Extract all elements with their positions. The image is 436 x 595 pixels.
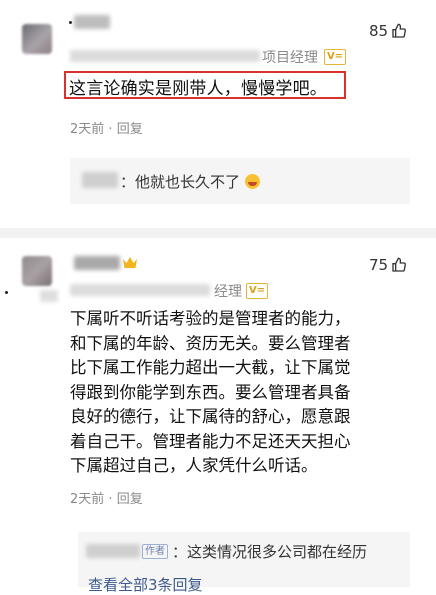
crown-icon bbox=[123, 257, 137, 268]
author-tag: 作者 bbox=[142, 544, 168, 559]
decorative-dot bbox=[69, 21, 72, 24]
section-divider bbox=[0, 228, 436, 238]
username-blurred[interactable] bbox=[74, 256, 120, 270]
comment-text: 下属听不听话考验的是管理者的能力， 和下属的年龄、资历无关。要么管理者 比下属工… bbox=[70, 309, 351, 475]
like-count: 75 bbox=[369, 256, 389, 274]
reply-author-blurred bbox=[82, 172, 118, 188]
role-label: 项目经理 bbox=[262, 50, 318, 66]
vip-badge: V= bbox=[246, 283, 268, 299]
reply-text: ：这类情况很多公司都在经历 bbox=[172, 543, 368, 561]
username-blurred[interactable] bbox=[74, 15, 110, 29]
decorative-dot bbox=[5, 291, 8, 294]
thumbs-up-icon bbox=[392, 257, 407, 272]
like-count: 85 bbox=[369, 22, 389, 40]
like-button[interactable]: 75 bbox=[369, 256, 407, 274]
timestamp: 2天前 bbox=[70, 492, 105, 507]
avatar[interactable] bbox=[22, 24, 52, 54]
comment-meta: 2天前 · 回复 bbox=[70, 488, 143, 507]
separator: · bbox=[108, 122, 117, 137]
reply-preview[interactable]: 作者 ：这类情况很多公司都在经历 查看全部3条回复 bbox=[78, 532, 410, 594]
thumbs-up-icon bbox=[392, 23, 407, 38]
view-all-replies-link[interactable]: 查看全部3条回复 bbox=[88, 574, 203, 595]
avatar-decoration-blurred bbox=[40, 290, 58, 302]
reply-link[interactable]: 回复 bbox=[117, 122, 143, 137]
reply-link[interactable]: 回复 bbox=[117, 492, 143, 507]
comment-meta: 2天前 · 回复 bbox=[70, 118, 143, 137]
role-label: 经理 bbox=[214, 284, 242, 300]
avatar[interactable] bbox=[22, 256, 52, 286]
separator: · bbox=[108, 492, 117, 507]
role-blurred bbox=[70, 284, 210, 296]
timestamp: 2天前 bbox=[70, 122, 105, 137]
reply-preview[interactable]: ：他就也长久不了 bbox=[70, 158, 410, 204]
role-blurred bbox=[70, 50, 260, 62]
reply-author-blurred bbox=[86, 544, 140, 558]
reply-text: ：他就也长久不了 bbox=[120, 171, 260, 192]
comment-text: 这言论确实是刚带人，慢慢学吧。 bbox=[69, 79, 327, 99]
vip-badge: V= bbox=[324, 49, 346, 65]
like-button[interactable]: 85 bbox=[369, 22, 407, 40]
grinning-emoji-icon bbox=[244, 174, 260, 189]
